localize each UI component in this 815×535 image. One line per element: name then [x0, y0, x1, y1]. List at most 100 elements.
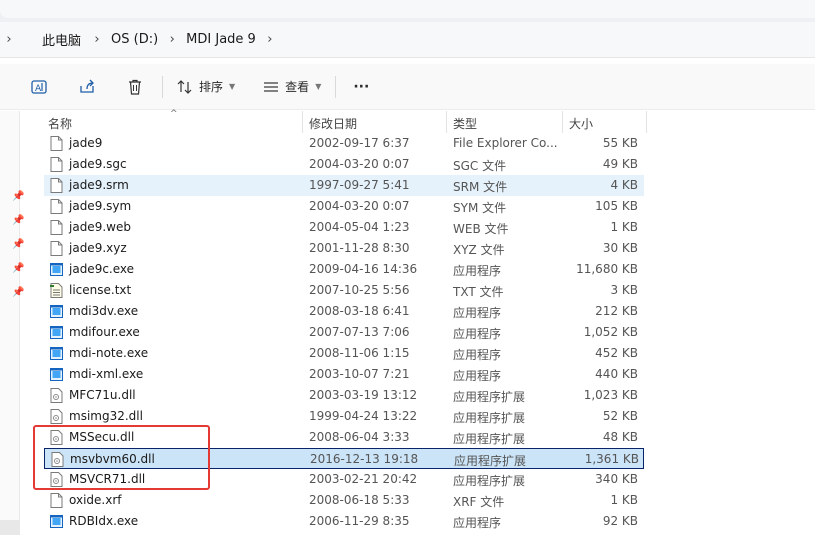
share-icon — [70, 71, 104, 103]
file-icon — [50, 157, 63, 172]
file-size: 48 KB — [602, 430, 638, 444]
file-row[interactable]: msvbvm60.dll 2016-12-13 19:18 应用程序扩展 1,361 … — [44, 448, 644, 469]
active-tab[interactable] — [0, 0, 815, 18]
text-file-icon — [50, 283, 63, 298]
toolbar-divider — [162, 75, 163, 98]
exe-icon — [50, 304, 63, 319]
trash-icon — [118, 71, 152, 103]
exe-icon — [50, 367, 63, 382]
address-bar[interactable]: › 此电脑 › OS (D:) › MDI Jade 9 › — [0, 22, 815, 58]
file-type: 应用程序 — [453, 369, 502, 383]
file-size: 30 KB — [602, 241, 638, 255]
file-row[interactable]: RDBIdx.exe 2006-11-29 8:35 应用程序 92 KB — [44, 511, 644, 532]
view-button[interactable]: 查看 ▼ — [259, 71, 321, 103]
chevron-down-icon: ▼ — [315, 82, 322, 91]
column-divider[interactable] — [562, 111, 563, 133]
file-name: jade9c.exe — [69, 262, 135, 276]
file-name: oxide.xrf — [69, 493, 122, 507]
file-row[interactable]: msimg32.dll 1999-04-24 13:22 应用程序扩展 52 KB — [44, 406, 644, 427]
pin-icon[interactable]: 📌 — [12, 263, 24, 275]
file-row[interactable]: MSSecu.dll 2008-06-04 3:33 应用程序扩展 48 KB — [44, 427, 644, 448]
file-icon — [50, 178, 63, 193]
nav-pane-scrollbar[interactable] — [0, 520, 20, 535]
file-modified-date: 2008-06-18 5:33 — [309, 493, 410, 507]
file-row[interactable]: MFC71u.dll 2003-03-19 13:12 应用程序扩展 1,023 KB — [44, 385, 644, 406]
file-size: 212 KB — [595, 304, 638, 318]
file-row[interactable]: jade9.sgc 2004-03-20 0:07 SGC 文件 49 KB — [44, 154, 644, 175]
file-type: File Explorer Co... — [453, 136, 558, 150]
sort-button[interactable]: 排序 ▼ — [173, 71, 235, 103]
column-divider[interactable] — [446, 111, 447, 133]
pin-icon[interactable]: 📌 — [12, 215, 24, 227]
file-row[interactable]: jade9.sym 2004-03-20 0:07 SYM 文件 105 KB — [44, 196, 644, 217]
rename-button[interactable]: A — [22, 71, 56, 103]
column-divider[interactable] — [302, 111, 303, 133]
file-name: jade9.web — [69, 220, 131, 234]
delete-button[interactable] — [118, 71, 152, 103]
file-name: msimg32.dll — [69, 409, 143, 423]
navigation-pane[interactable]: 📌 📌 📌 📌 📌 — [0, 111, 24, 535]
file-size: 92 KB — [602, 514, 638, 528]
more-options-button[interactable]: ··· — [346, 71, 376, 103]
file-row[interactable]: mdifour.exe 2007-07-13 7:06 应用程序 1,052 KB — [44, 322, 644, 343]
file-type: 应用程序 — [453, 516, 502, 530]
file-type: 应用程序扩展 — [454, 454, 527, 468]
file-modified-date: 2008-11-06 1:15 — [309, 346, 410, 360]
file-size: 1,023 KB — [583, 388, 638, 402]
dll-icon — [50, 430, 63, 445]
file-modified-date: 2008-06-04 3:33 — [309, 430, 410, 444]
exe-icon — [50, 262, 63, 277]
file-row[interactable]: jade9.xyz 2001-11-28 8:30 XYZ 文件 30 KB — [44, 238, 644, 259]
file-name: jade9.sgc — [69, 157, 127, 171]
chevron-right-icon[interactable]: › — [260, 32, 280, 47]
breadcrumb-drive-d[interactable]: OS (D:) — [107, 32, 162, 47]
pin-icon[interactable]: 📌 — [12, 287, 24, 299]
file-name: MFC71u.dll — [69, 388, 136, 402]
column-header-date[interactable]: 修改日期 — [309, 115, 357, 132]
file-size: 11,680 KB — [576, 262, 638, 276]
file-type: WEB 文件 — [453, 222, 509, 236]
file-size: 55 KB — [602, 136, 638, 150]
file-row[interactable]: mdi3dv.exe 2008-03-18 6:41 应用程序 212 KB — [44, 301, 644, 322]
breadcrumb-this-pc[interactable]: 此电脑 — [38, 30, 85, 49]
file-type: 应用程序 — [453, 327, 502, 341]
file-row[interactable]: jade9c.exe 2009-04-16 14:36 应用程序 11,680 KB — [44, 259, 644, 280]
file-row[interactable]: jade9 2002-09-17 6:37 File Explorer Co... 5… — [44, 133, 644, 154]
file-modified-date: 2007-07-13 7:06 — [309, 325, 410, 339]
column-header-type[interactable]: 类型 — [453, 115, 477, 132]
pin-icon[interactable]: 📌 — [12, 191, 24, 203]
column-divider[interactable] — [646, 111, 647, 133]
file-type: SYM 文件 — [453, 201, 507, 215]
breadcrumb-mdi-jade-9[interactable]: MDI Jade 9 — [182, 32, 260, 47]
file-row[interactable]: MSVCR71.dll 2003-02-21 20:42 应用程序扩展 340 KB — [44, 469, 644, 490]
file-name: jade9.xyz — [69, 241, 127, 255]
column-header-name[interactable]: 名称 — [48, 115, 72, 132]
chevron-right-icon[interactable]: › — [87, 32, 107, 47]
pin-icon[interactable]: 📌 — [12, 239, 24, 251]
column-header-size[interactable]: 大小 — [569, 115, 593, 132]
chevron-right-icon[interactable]: › — [162, 32, 182, 47]
file-size: 340 KB — [595, 472, 638, 486]
share-button[interactable] — [70, 71, 104, 103]
sort-label: 排序 — [199, 80, 224, 94]
file-size: 1 KB — [610, 493, 638, 507]
file-type: SRM 文件 — [453, 180, 508, 194]
file-size: 440 KB — [595, 367, 638, 381]
chevron-right-icon[interactable]: › — [2, 32, 16, 47]
file-name: mdi-note.exe — [69, 346, 149, 360]
file-type: TXT 文件 — [453, 285, 504, 299]
file-row[interactable]: jade9.srm 1997-09-27 5:41 SRM 文件 4 KB — [44, 175, 644, 196]
file-row[interactable]: oxide.xrf 2008-06-18 5:33 XRF 文件 1 KB — [44, 490, 644, 511]
file-modified-date: 2003-02-21 20:42 — [309, 472, 418, 486]
file-name: msvbvm60.dll — [70, 452, 155, 466]
exe-icon — [50, 346, 63, 361]
file-row[interactable]: jade9.web 2004-05-04 1:23 WEB 文件 1 KB — [44, 217, 644, 238]
file-row[interactable]: license.txt 2007-10-25 5:56 TXT 文件 3 KB — [44, 280, 644, 301]
file-size: 3 KB — [610, 283, 638, 297]
file-row[interactable]: mdi-note.exe 2008-11-06 1:15 应用程序 452 KB — [44, 343, 644, 364]
file-modified-date: 2004-03-20 0:07 — [309, 157, 410, 171]
file-modified-date: 1999-04-24 13:22 — [309, 409, 418, 423]
file-modified-date: 2016-12-13 19:18 — [310, 452, 419, 466]
dll-icon — [50, 472, 63, 487]
file-row[interactable]: mdi-xml.exe 2003-10-07 7:21 应用程序 440 KB — [44, 364, 644, 385]
